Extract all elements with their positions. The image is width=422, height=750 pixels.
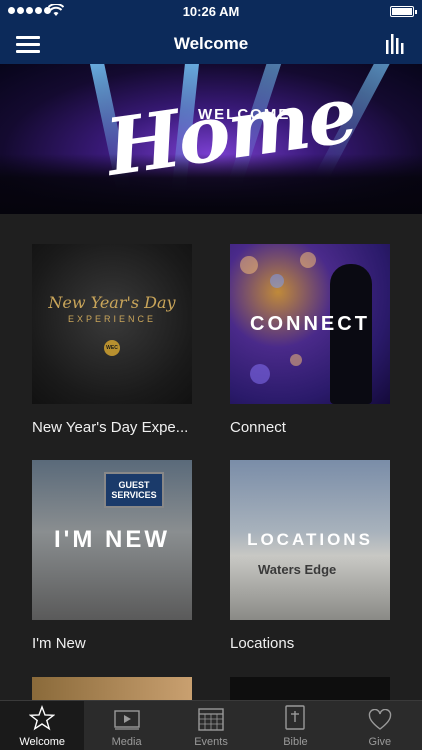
- tile-image: CONNECT: [230, 244, 390, 404]
- bible-icon: [285, 705, 306, 730]
- tile-image: GUEST SERVICES I'M NEW: [32, 460, 192, 620]
- video-icon: [113, 710, 140, 730]
- bar-chart-icon[interactable]: [384, 32, 406, 54]
- tab-media[interactable]: Media: [84, 701, 168, 750]
- tile-art-title: New Year's Day: [48, 292, 176, 312]
- star-icon: [29, 705, 56, 731]
- tile-overlay-text: LOCATIONS: [247, 530, 373, 549]
- tab-events[interactable]: Events: [169, 701, 253, 750]
- heart-icon: [368, 709, 392, 730]
- tab-label: Give: [368, 736, 392, 748]
- nav-bar: Welcome: [0, 24, 422, 64]
- hero-banner[interactable]: Home WELCOME: [0, 64, 422, 214]
- calendar-icon: [198, 708, 224, 731]
- tab-label: Media: [111, 736, 142, 748]
- tile-overlay-text: I'M NEW: [53, 526, 171, 553]
- hero-subtitle: WELCOME: [198, 106, 291, 123]
- tile-new-years-day[interactable]: New Year's Day EXPERIENCE WEC New Year's…: [32, 244, 192, 436]
- tab-label: Bible: [283, 736, 308, 748]
- tile-partial[interactable]: [230, 677, 390, 700]
- tile-art-subtitle: EXPERIENCE: [67, 313, 157, 324]
- tile-caption: Connect: [230, 419, 286, 436]
- tab-label: Welcome: [19, 736, 66, 748]
- status-time: 10:26 AM: [182, 4, 240, 19]
- tab-bar: Welcome Media Events Bible Give: [0, 700, 422, 750]
- tab-bible[interactable]: Bible: [253, 701, 337, 750]
- tile-caption: New Year's Day Expe...: [32, 419, 189, 436]
- tab-label: Events: [194, 736, 228, 748]
- battery-icon: [390, 6, 417, 17]
- tile-caption: Locations: [230, 635, 295, 652]
- tab-welcome[interactable]: Welcome: [0, 701, 85, 750]
- page-title: Welcome: [173, 34, 249, 53]
- tile-connect[interactable]: CONNECT Connect: [230, 244, 390, 436]
- tile-image: LOCATIONS Waters Edge: [230, 460, 390, 620]
- guest-services-sign: GUEST SERVICES: [104, 472, 164, 508]
- building-sign: Waters Edge: [258, 562, 337, 577]
- tile-overlay-text: CONNECT: [250, 312, 370, 335]
- tile-caption: I'm New: [32, 635, 86, 652]
- tile-locations[interactable]: LOCATIONS Waters Edge Locations: [230, 460, 390, 652]
- tab-give[interactable]: Give: [338, 701, 422, 750]
- church-logo-icon: WEC: [104, 339, 120, 356]
- tile-partial[interactable]: [32, 677, 192, 700]
- status-bar: 10:26 AM: [0, 0, 422, 24]
- tile-im-new[interactable]: GUEST SERVICES I'M NEW I'm New: [32, 460, 192, 652]
- tile-image: New Year's Day EXPERIENCE WEC: [32, 244, 192, 404]
